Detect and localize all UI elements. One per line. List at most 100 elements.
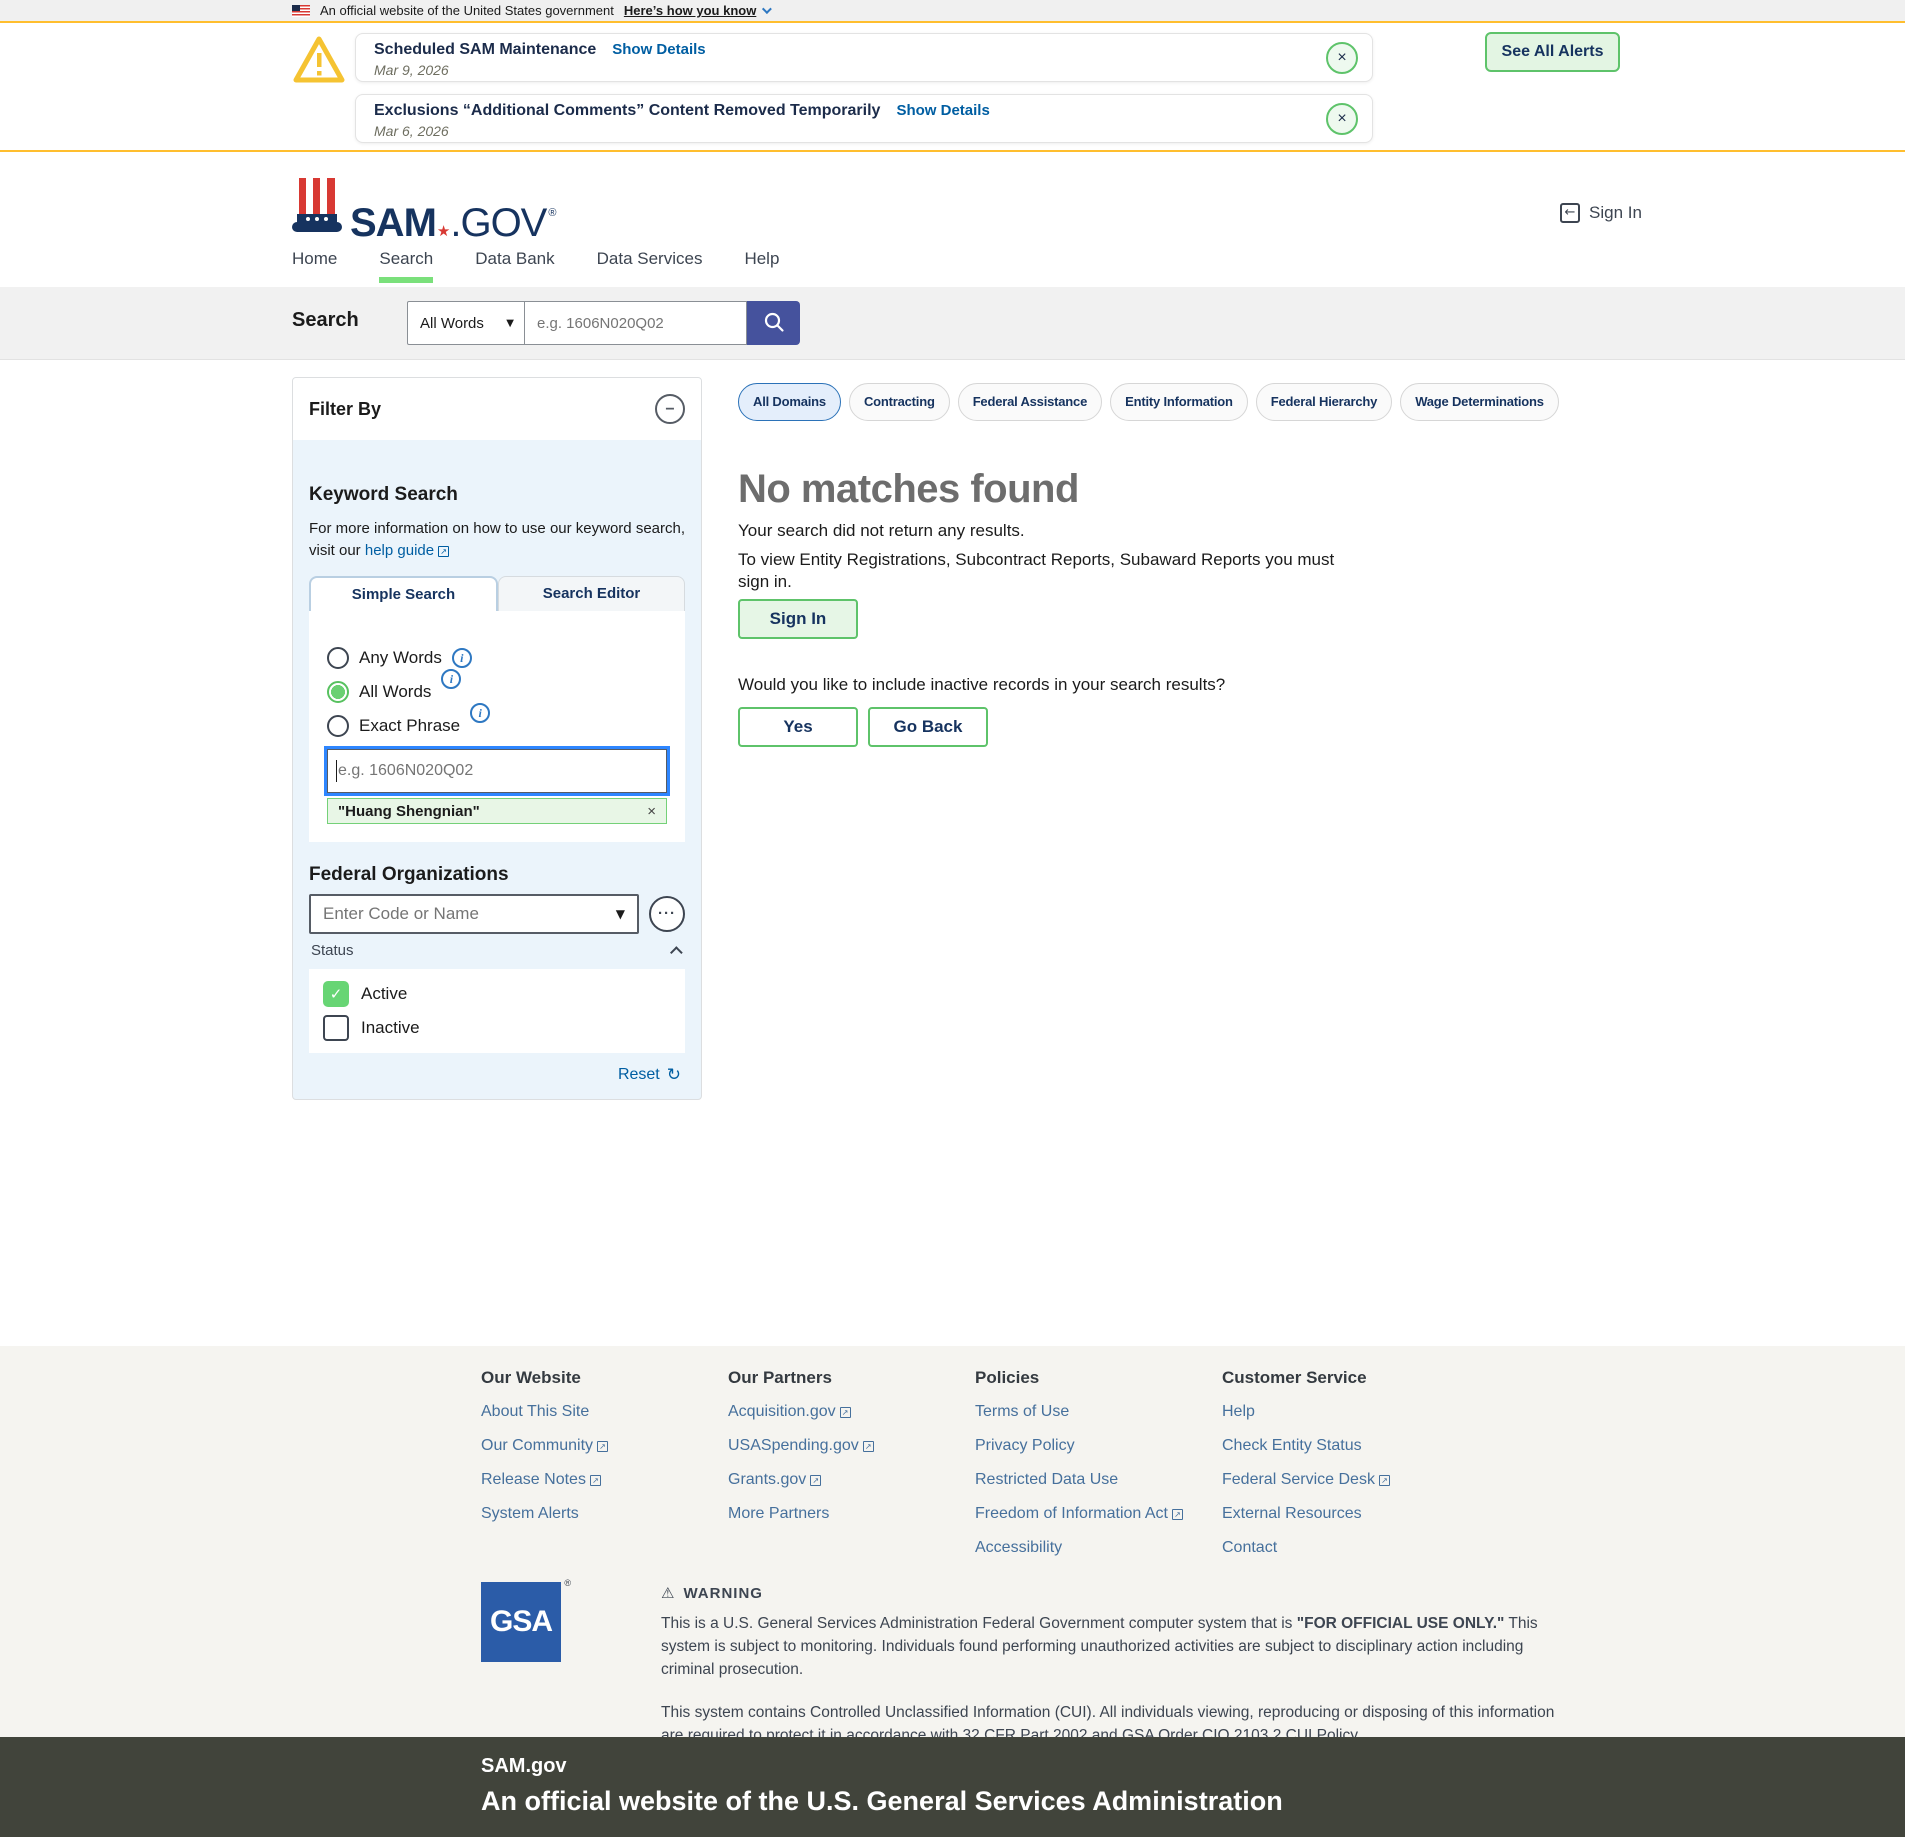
footer-link-about-this-site[interactable]: About This Site — [481, 1402, 728, 1422]
radio-label: All Words — [359, 682, 431, 702]
bottom-identity-bar: SAM.gov An official website of the U.S. … — [0, 1737, 1905, 1837]
domain-tab-federal-assistance[interactable]: Federal Assistance — [958, 383, 1102, 421]
nav-item-data-services[interactable]: Data Services — [597, 249, 703, 277]
reset-link[interactable]: Reset ↻ — [309, 1065, 685, 1085]
footer-link-restricted-data-use[interactable]: Restricted Data Use — [975, 1470, 1222, 1490]
footer-link-system-alerts[interactable]: System Alerts — [481, 1504, 728, 1524]
nav-item-search[interactable]: Search — [379, 249, 433, 283]
domain-tab-wage-determinations[interactable]: Wage Determinations — [1400, 383, 1559, 421]
footer-heading: Customer Service — [1222, 1368, 1469, 1388]
no-results-text: Your search did not return any results. — [738, 521, 1638, 541]
filter-panel: Filter By − Keyword Search For more info… — [292, 377, 702, 1100]
global-search-input[interactable] — [525, 301, 747, 345]
info-icon[interactable]: i — [452, 648, 472, 668]
footer-link-grants-gov[interactable]: Grants.gov↗ — [728, 1470, 975, 1490]
nav-item-data-bank[interactable]: Data Bank — [475, 249, 554, 277]
footer-link-check-entity-status[interactable]: Check Entity Status — [1222, 1436, 1469, 1456]
domain-tab-entity-information[interactable]: Entity Information — [1110, 383, 1248, 421]
footer-link-accessibility[interactable]: Accessibility — [975, 1538, 1222, 1558]
see-all-alerts-button[interactable]: See All Alerts — [1485, 32, 1620, 72]
close-alert-button[interactable]: × — [1326, 42, 1358, 74]
radio-exact-phrase[interactable] — [327, 715, 349, 737]
external-link-icon: ↗ — [863, 1441, 874, 1452]
info-icon[interactable]: i — [470, 703, 490, 723]
close-alert-button[interactable]: × — [1326, 103, 1358, 135]
chevron-up-icon[interactable] — [670, 946, 683, 959]
sam-gov-logo[interactable]: SAM ★ .GOV ® — [290, 176, 555, 243]
footer-link-release-notes[interactable]: Release Notes↗ — [481, 1470, 728, 1490]
simple-search-panel: Any Words i All Words i Exact Phrase i "… — [309, 611, 685, 842]
remove-chip-icon[interactable]: × — [647, 803, 656, 820]
alert-date: Mar 6, 2026 — [374, 123, 1322, 139]
nav-item-help[interactable]: Help — [744, 249, 779, 277]
filter-by-title: Filter By — [309, 399, 381, 420]
domain-tab-contracting[interactable]: Contracting — [849, 383, 950, 421]
reset-icon: ↻ — [667, 1065, 681, 1085]
footer-link-terms-of-use[interactable]: Terms of Use — [975, 1402, 1222, 1422]
footer-column-our-website: Our Website About This Site Our Communit… — [481, 1368, 728, 1558]
tab-simple-search[interactable]: Simple Search — [309, 576, 498, 611]
nav-item-home[interactable]: Home — [292, 249, 337, 277]
search-submit-button[interactable] — [747, 301, 800, 345]
sign-in-icon: ← — [1560, 203, 1580, 223]
footer-link-foia[interactable]: Freedom of Information Act↗ — [975, 1504, 1222, 1524]
radio-all-words[interactable] — [327, 681, 349, 703]
footer-link-privacy-policy[interactable]: Privacy Policy — [975, 1436, 1222, 1456]
inactive-records-question: Would you like to include inactive recor… — [738, 675, 1638, 695]
status-label: Status — [311, 942, 354, 959]
keyword-tabs: Simple Search Search Editor — [309, 576, 685, 611]
warning-title: WARNING — [683, 1585, 763, 1602]
red-star-icon: ★ — [437, 224, 449, 239]
footer-link-contact[interactable]: Contact — [1222, 1538, 1469, 1558]
footer-column-customer-service: Customer Service Help Check Entity Statu… — [1222, 1368, 1469, 1558]
keyword-chip: "Huang Shengnian" × — [327, 798, 667, 824]
alert-date: Mar 9, 2026 — [374, 62, 1322, 78]
footer-link-our-community[interactable]: Our Community↗ — [481, 1436, 728, 1456]
footer: Our Website About This Site Our Communit… — [0, 1346, 1905, 1737]
heres-how-you-know-link[interactable]: Here’s how you know — [624, 3, 769, 18]
footer-link-more-partners[interactable]: More Partners — [728, 1504, 975, 1524]
help-guide-link[interactable]: help guide↗ — [365, 542, 449, 559]
checkbox-active[interactable]: ✓ — [323, 981, 349, 1007]
keyword-input[interactable] — [327, 749, 667, 793]
external-link-icon: ↗ — [1379, 1475, 1390, 1486]
domain-tab-all-domains[interactable]: All Domains — [738, 383, 841, 421]
header-sign-in-link[interactable]: ← Sign In — [1560, 203, 1642, 223]
footer-heading: Policies — [975, 1368, 1222, 1388]
tab-search-editor[interactable]: Search Editor — [498, 576, 685, 611]
radio-any-words[interactable] — [327, 647, 349, 669]
checkbox-inactive[interactable] — [323, 1015, 349, 1041]
show-details-link[interactable]: Show Details — [612, 41, 705, 58]
close-icon: × — [1337, 110, 1346, 127]
more-options-button[interactable]: ··· — [649, 896, 685, 932]
footer-link-help[interactable]: Help — [1222, 1402, 1469, 1422]
no-matches-heading: No matches found — [738, 467, 1638, 511]
gov-banner-text: An official website of the United States… — [320, 3, 614, 18]
close-icon: × — [1337, 49, 1346, 66]
yes-button[interactable]: Yes — [738, 707, 858, 747]
radio-label: Exact Phrase — [359, 716, 460, 736]
radio-label: Any Words — [359, 648, 442, 668]
search-mode-select[interactable]: All Words ▼ — [407, 301, 525, 345]
registered-mark: ® — [564, 1578, 571, 1588]
footer-link-federal-service-desk[interactable]: Federal Service Desk↗ — [1222, 1470, 1469, 1490]
keyword-search-info: For more information on how to use our k… — [309, 518, 685, 562]
go-back-button[interactable]: Go Back — [868, 707, 988, 747]
results-area: All Domains Contracting Federal Assistan… — [738, 383, 1638, 747]
federal-organizations-select[interactable]: Enter Code or Name ▼ — [309, 894, 639, 934]
warning-icon: ⚠ — [661, 1584, 675, 1602]
collapse-filter-button[interactable]: − — [655, 394, 685, 424]
us-flag-icon — [292, 5, 310, 17]
status-box: ✓ Active Inactive — [309, 969, 685, 1053]
info-icon[interactable]: i — [441, 669, 461, 689]
footer-link-usaspending-gov[interactable]: USASpending.gov↗ — [728, 1436, 975, 1456]
sign-in-button[interactable]: Sign In — [738, 599, 858, 639]
footer-link-acquisition-gov[interactable]: Acquisition.gov↗ — [728, 1402, 975, 1422]
external-link-icon: ↗ — [597, 1441, 608, 1452]
domain-tab-federal-hierarchy[interactable]: Federal Hierarchy — [1256, 383, 1392, 421]
chevron-down-icon — [762, 4, 772, 14]
show-details-link[interactable]: Show Details — [896, 102, 989, 119]
footer-heading: Our Partners — [728, 1368, 975, 1388]
footer-link-external-resources[interactable]: External Resources — [1222, 1504, 1469, 1524]
registered-mark: ® — [548, 208, 555, 219]
